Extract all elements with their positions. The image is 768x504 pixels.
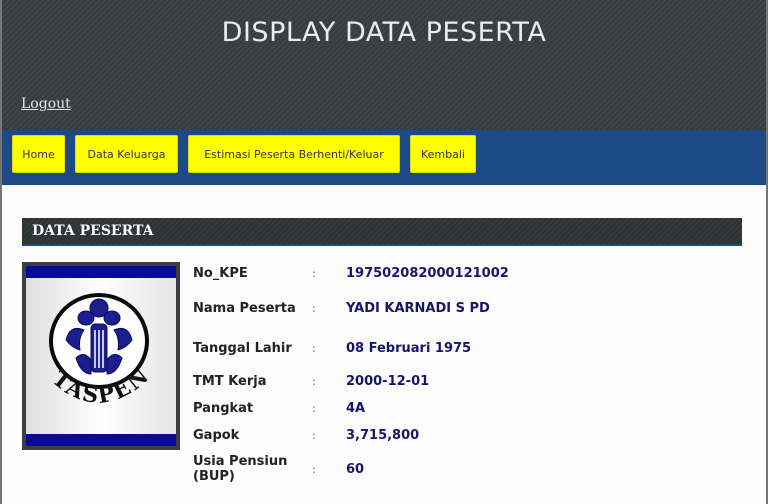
field-value: 2000-12-01 (346, 373, 430, 389)
nav-data-keluarga-button[interactable]: Data Keluarga (75, 135, 178, 173)
logout-link[interactable]: Logout (21, 96, 71, 112)
nav-estimasi-button[interactable]: Estimasi Peserta Berhenti/Keluar (188, 135, 400, 173)
nav-home-button[interactable]: Home (12, 135, 65, 173)
field-row-tanggal-lahir: Tanggal Lahir : 08 Februari 1975 (193, 332, 713, 364)
field-label: Pangkat (193, 400, 254, 416)
field-row-gapok: Gapok : 3,715,800 (193, 424, 713, 446)
field-separator: : (312, 266, 316, 280)
section-title: DATA PESERTA (22, 218, 742, 246)
navbar: Home Data Keluarga Estimasi Peserta Berh… (2, 130, 766, 185)
field-separator: : (312, 374, 316, 388)
taspen-logo-frame: TASPEN (22, 262, 180, 450)
taspen-emblem-icon: TASPEN (47, 293, 153, 409)
field-value: 08 Februari 1975 (346, 340, 472, 356)
field-row-tmt-kerja: TMT Kerja : 2000-12-01 (193, 370, 713, 392)
field-label: Gapok (193, 427, 240, 443)
field-label: Tanggal Lahir (193, 340, 292, 356)
field-label: TMT Kerja (193, 373, 267, 389)
field-row-nama-peserta: Nama Peserta : YADI KARNADI S PD (193, 292, 713, 324)
field-value: 3,715,800 (346, 427, 420, 443)
main-content: DATA PESERTA TASPEN No_KPE: 19750208200… (2, 185, 766, 504)
field-separator: : (312, 401, 316, 415)
field-separator: : (312, 462, 316, 476)
field-row-usia-pensiun: Usia Pensiun (BUP) : 60 (193, 453, 713, 485)
field-separator: : (312, 428, 316, 442)
field-label: Usia Pensiun (BUP) (193, 454, 288, 484)
taspen-logo: TASPEN (26, 266, 176, 446)
logo-bar-bottom (26, 434, 176, 446)
page: DISPLAY DATA PESERTA Logout Home Data Ke… (0, 0, 768, 504)
header: DISPLAY DATA PESERTA Logout (2, 0, 766, 130)
field-value: 197502082000121002 (346, 265, 509, 281)
field-row-pangkat: Pangkat : 4A (193, 397, 713, 419)
field-row-no-kpe: No_KPE : 197502082000121002 (193, 262, 713, 284)
field-separator: : (312, 301, 316, 315)
field-label: Nama Peserta (193, 300, 296, 316)
page-title: DISPLAY DATA PESERTA (221, 17, 547, 48)
logo-bar-top (26, 266, 176, 278)
field-label: No_KPE (193, 265, 248, 281)
field-value: 4A (346, 400, 366, 416)
field-value: 60 (346, 461, 365, 477)
field-value: YADI KARNADI S PD (346, 300, 490, 316)
field-separator: : (312, 341, 316, 355)
nav-kembali-button[interactable]: Kembali (410, 135, 476, 173)
